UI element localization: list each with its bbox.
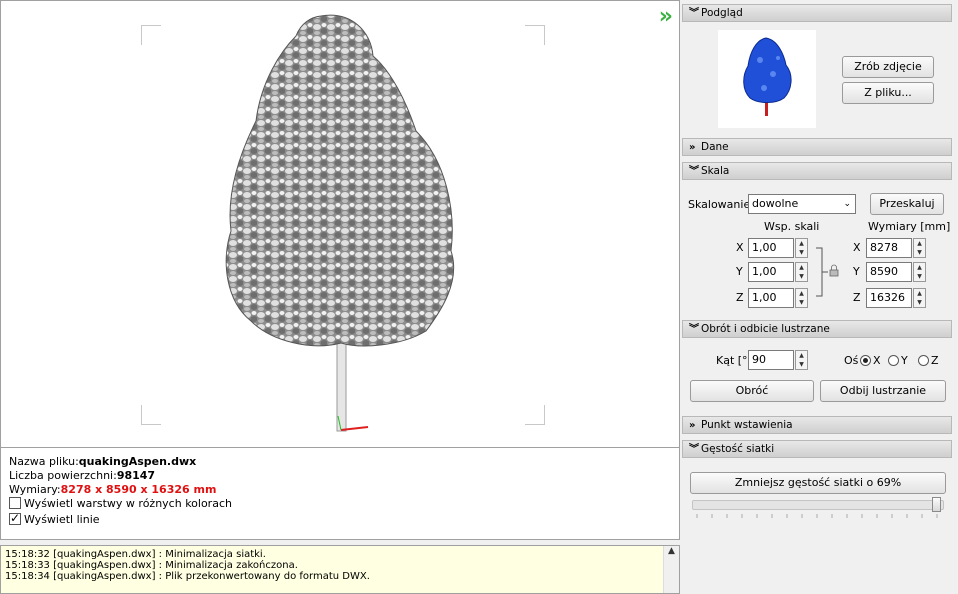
- filename-value: quakingAspen.dwx: [78, 455, 197, 468]
- chevron-right-icon: »: [689, 420, 696, 431]
- axis-y-radio[interactable]: Y: [888, 354, 908, 368]
- chevron-down-icon[interactable]: ⌄: [843, 195, 851, 213]
- angle-spinner[interactable]: ▲ ▼: [795, 350, 808, 370]
- x-dim-label: X: [853, 241, 861, 254]
- angle-input[interactable]: 90: [748, 350, 794, 370]
- x-dim-input[interactable]: 8278: [866, 238, 912, 258]
- frame-corner-tl: [141, 25, 161, 45]
- mesh-density-slider-thumb[interactable]: [932, 497, 941, 512]
- y-dim-label: Y: [853, 265, 860, 278]
- x-scale-spinner[interactable]: ▲ ▼: [795, 238, 808, 258]
- x-label: X: [736, 241, 744, 254]
- dims-value: 8278 x 8590 x 16326 mm: [60, 483, 217, 496]
- double-chevron-right-icon[interactable]: »: [659, 6, 673, 28]
- section-rotation-title: Obrót i odbicie lustrzane: [701, 323, 830, 335]
- log-line: 15:18:33 [quakingAspen.dwx] : Minimaliza…: [5, 560, 298, 571]
- axis-z-radio[interactable]: Z: [918, 354, 939, 368]
- lock-icon: [829, 269, 839, 277]
- rotate-button[interactable]: Obróć: [690, 380, 814, 402]
- z-dim-input[interactable]: 16326: [866, 288, 912, 308]
- axis-y-label[interactable]: Y: [901, 354, 908, 367]
- tree-model: [225, 14, 455, 432]
- y-dim-input[interactable]: 8590: [866, 262, 912, 282]
- angle-label: Kąt [°]: [716, 354, 752, 367]
- filename-label: Nazwa pliku:: [9, 455, 79, 468]
- z-dim-spinner[interactable]: ▲ ▼: [913, 288, 926, 308]
- dims-row: Wymiary:8278 x 8590 x 16326 mm: [9, 483, 671, 497]
- chevron-right-icon: »: [689, 142, 696, 153]
- mirror-button[interactable]: Odbij lustrzanie: [820, 380, 946, 402]
- chevron-down-icon: ︾: [689, 8, 699, 19]
- tree-preview-image: [743, 37, 792, 116]
- radio-x[interactable]: [860, 355, 871, 366]
- section-mesh-title: Gęstość siatki: [701, 443, 775, 455]
- chevron-down-icon: ︾: [689, 444, 699, 455]
- section-scale-header[interactable]: ︾ Skala: [682, 162, 952, 180]
- y-scale-input[interactable]: 1,00: [748, 262, 794, 282]
- axis-z-label[interactable]: Z: [931, 354, 939, 367]
- chevron-down-icon: ︾: [689, 166, 699, 177]
- dimensions-header: Wymiary [mm]: [868, 220, 951, 233]
- layers-checkbox-label[interactable]: Wyświetl warstwy w różnych kolorach: [24, 497, 232, 510]
- axis-label: Oś: [844, 354, 859, 367]
- z-scale-spinner[interactable]: ▲ ▼: [795, 288, 808, 308]
- section-rotation-header[interactable]: ︾ Obrót i odbicie lustrzane: [682, 320, 952, 338]
- section-insert-point-header[interactable]: » Punkt wstawienia: [682, 416, 952, 434]
- section-mesh-header[interactable]: ︾ Gęstość siatki: [682, 440, 952, 458]
- properties-panel: ︾ Podgląd Zrób zdjęcie Z pliku... » Dane ︾…: [682, 0, 958, 594]
- scroll-up-icon[interactable]: ▲: [668, 546, 675, 556]
- chevron-down-icon: ︾: [689, 324, 699, 335]
- proportion-lock[interactable]: [814, 244, 848, 300]
- radio-y[interactable]: [888, 355, 899, 366]
- dims-label: Wymiary:: [9, 483, 61, 496]
- preview-thumbnail: [718, 30, 816, 128]
- section-preview-title: Podgląd: [701, 7, 743, 19]
- z-scale-input[interactable]: 1,00: [748, 288, 794, 308]
- scale-factor-header: Wsp. skali: [764, 220, 820, 233]
- y-dim-spinner[interactable]: ▲ ▼: [913, 262, 926, 282]
- y-label: Y: [736, 265, 743, 278]
- surfaces-value: 98147: [116, 469, 156, 482]
- axis-x-radio[interactable]: X: [860, 354, 881, 368]
- layers-checkbox-box[interactable]: [9, 497, 21, 509]
- z-dim-label: Z: [853, 291, 861, 304]
- scaling-select[interactable]: dowolne ⌄: [748, 194, 856, 214]
- lines-checkbox-box[interactable]: [9, 511, 21, 525]
- log-scrollbar[interactable]: ▲: [663, 546, 679, 593]
- slider-ticks: [696, 514, 938, 518]
- scaling-select-value: dowolne: [752, 197, 799, 210]
- y-scale-spinner[interactable]: ▲ ▼: [795, 262, 808, 282]
- section-insert-point-title: Punkt wstawienia: [701, 419, 793, 431]
- scaling-label: Skalowanie: [688, 198, 751, 211]
- z-label: Z: [736, 291, 744, 304]
- frame-corner-bl: [141, 405, 161, 425]
- log-line: 15:18:34 [quakingAspen.dwx] : Plik przek…: [5, 571, 370, 582]
- frame-corner-tr: [525, 25, 545, 45]
- surfaces-label: Liczba powierzchni:: [9, 469, 117, 482]
- take-photo-button[interactable]: Zrób zdjęcie: [842, 56, 934, 78]
- surfaces-row: Liczba powierzchni:98147: [9, 469, 671, 483]
- reduce-mesh-button[interactable]: Zmniejsz gęstość siatki o 69%: [690, 472, 946, 494]
- filename-row: Nazwa pliku:quakingAspen.dwx: [9, 455, 671, 469]
- log-line: 15:18:32 [quakingAspen.dwx] : Minimaliza…: [5, 549, 266, 560]
- frame-corner-br: [525, 405, 545, 425]
- from-file-button[interactable]: Z pliku...: [842, 82, 934, 104]
- rescale-button[interactable]: Przeskaluj: [870, 193, 944, 215]
- model-info-panel: Nazwa pliku:quakingAspen.dwx Liczba powi…: [0, 448, 680, 540]
- 3d-viewport[interactable]: »: [0, 0, 680, 448]
- lines-checkbox[interactable]: Wyświetl linie: [9, 511, 671, 527]
- x-dim-spinner[interactable]: ▲ ▼: [913, 238, 926, 258]
- layers-checkbox[interactable]: Wyświetl warstwy w różnych kolorach: [9, 497, 671, 511]
- section-data-header[interactable]: » Dane: [682, 138, 952, 156]
- log-panel[interactable]: 15:18:32 [quakingAspen.dwx] : Minimaliza…: [0, 545, 680, 594]
- mesh-density-slider-track[interactable]: [692, 500, 944, 510]
- radio-z[interactable]: [918, 355, 929, 366]
- axis-x-label[interactable]: X: [873, 354, 881, 367]
- section-scale-title: Skala: [701, 165, 730, 177]
- section-preview-header[interactable]: ︾ Podgląd: [682, 4, 952, 22]
- lines-checkbox-label[interactable]: Wyświetl linie: [24, 513, 100, 526]
- x-scale-input[interactable]: 1,00: [748, 238, 794, 258]
- section-data-title: Dane: [701, 141, 729, 153]
